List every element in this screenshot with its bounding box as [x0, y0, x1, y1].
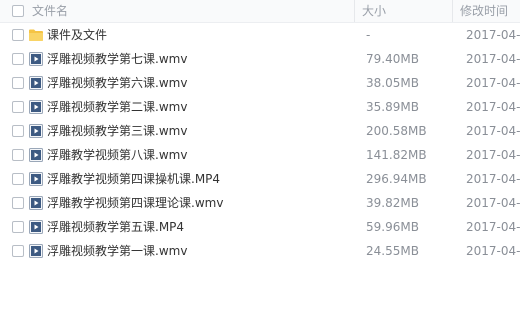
- file-row[interactable]: 浮雕视频教学第六课.wmv 38.05MB 2017-04-2: [0, 71, 520, 95]
- select-all-checkbox[interactable]: [12, 5, 24, 17]
- row-checkbox[interactable]: [12, 53, 24, 65]
- row-checkbox[interactable]: [12, 125, 24, 137]
- modified-date: 2017-04-2: [466, 244, 520, 258]
- file-name-link[interactable]: 浮雕视频教学第二课.wmv: [47, 95, 187, 119]
- file-size: 200.58MB: [366, 124, 427, 138]
- video-file-icon: [28, 243, 44, 259]
- column-header-size[interactable]: 大小: [362, 0, 386, 22]
- file-name-link[interactable]: 课件及文件: [47, 23, 107, 47]
- modified-date: 2017-04-2: [466, 124, 520, 138]
- file-size: 141.82MB: [366, 148, 427, 162]
- file-row[interactable]: 浮雕视频教学第一课.wmv 24.55MB 2017-04-2: [0, 239, 520, 263]
- file-row[interactable]: 浮雕教学视频第四课操机课.MP4 296.94MB 2017-04-2: [0, 167, 520, 191]
- row-checkbox[interactable]: [12, 197, 24, 209]
- row-checkbox[interactable]: [12, 101, 24, 113]
- file-size: 296.94MB: [366, 172, 427, 186]
- file-name-link[interactable]: 浮雕视频教学第三课.wmv: [47, 119, 187, 143]
- video-file-icon: [28, 75, 44, 91]
- modified-date: 2017-04-2: [466, 220, 520, 234]
- row-checkbox[interactable]: [12, 245, 24, 257]
- column-divider[interactable]: [452, 0, 453, 22]
- file-row[interactable]: 浮雕视频教学第七课.wmv 79.40MB 2017-04-2: [0, 47, 520, 71]
- modified-date: 2017-04-2: [466, 196, 520, 210]
- modified-date: 2017-04-2: [466, 76, 520, 90]
- folder-row[interactable]: 课件及文件 - 2017-04-2: [0, 23, 520, 47]
- video-file-icon: [28, 123, 44, 139]
- row-checkbox[interactable]: [12, 221, 24, 233]
- file-size: -: [366, 28, 371, 42]
- file-name-link[interactable]: 浮雕教学视频第四课理论课.wmv: [47, 191, 223, 215]
- row-checkbox[interactable]: [12, 29, 24, 41]
- file-row[interactable]: 浮雕教学视频第四课理论课.wmv 39.82MB 2017-04-2: [0, 191, 520, 215]
- modified-date: 2017-04-2: [466, 28, 520, 42]
- file-row[interactable]: 浮雕视频教学第三课.wmv 200.58MB 2017-04-2: [0, 119, 520, 143]
- file-size: 79.40MB: [366, 52, 419, 66]
- column-header-date[interactable]: 修改时间: [460, 0, 508, 22]
- file-size: 38.05MB: [366, 76, 419, 90]
- modified-date: 2017-04-2: [466, 52, 520, 66]
- file-size: 35.89MB: [366, 100, 419, 114]
- file-name-link[interactable]: 浮雕视频教学第六课.wmv: [47, 71, 187, 95]
- video-file-icon: [28, 171, 44, 187]
- row-checkbox[interactable]: [12, 149, 24, 161]
- file-row[interactable]: 浮雕视频教学第五课.MP4 59.96MB 2017-04-2: [0, 215, 520, 239]
- modified-date: 2017-04-2: [466, 148, 520, 162]
- file-name-link[interactable]: 浮雕教学视频第四课操机课.MP4: [47, 167, 220, 191]
- column-header-name[interactable]: 文件名: [32, 0, 68, 22]
- video-file-icon: [28, 195, 44, 211]
- modified-date: 2017-04-2: [466, 172, 520, 186]
- file-size: 39.82MB: [366, 196, 419, 210]
- file-name-link[interactable]: 浮雕视频教学第一课.wmv: [47, 239, 187, 263]
- video-file-icon: [28, 147, 44, 163]
- modified-date: 2017-04-2: [466, 100, 520, 114]
- file-name-link[interactable]: 浮雕视频教学第五课.MP4: [47, 215, 184, 239]
- file-row[interactable]: 浮雕教学视频第八课.wmv 141.82MB 2017-04-2: [0, 143, 520, 167]
- video-file-icon: [28, 51, 44, 67]
- row-checkbox[interactable]: [12, 173, 24, 185]
- row-checkbox[interactable]: [12, 77, 24, 89]
- folder-icon: [28, 27, 44, 43]
- file-size: 59.96MB: [366, 220, 419, 234]
- file-list-header: 文件名 大小 修改时间: [0, 0, 520, 23]
- file-size: 24.55MB: [366, 244, 419, 258]
- column-divider[interactable]: [354, 0, 355, 22]
- file-name-link[interactable]: 浮雕视频教学第七课.wmv: [47, 47, 187, 71]
- file-name-link[interactable]: 浮雕教学视频第八课.wmv: [47, 143, 187, 167]
- file-row[interactable]: 浮雕视频教学第二课.wmv 35.89MB 2017-04-2: [0, 95, 520, 119]
- video-file-icon: [28, 219, 44, 235]
- video-file-icon: [28, 99, 44, 115]
